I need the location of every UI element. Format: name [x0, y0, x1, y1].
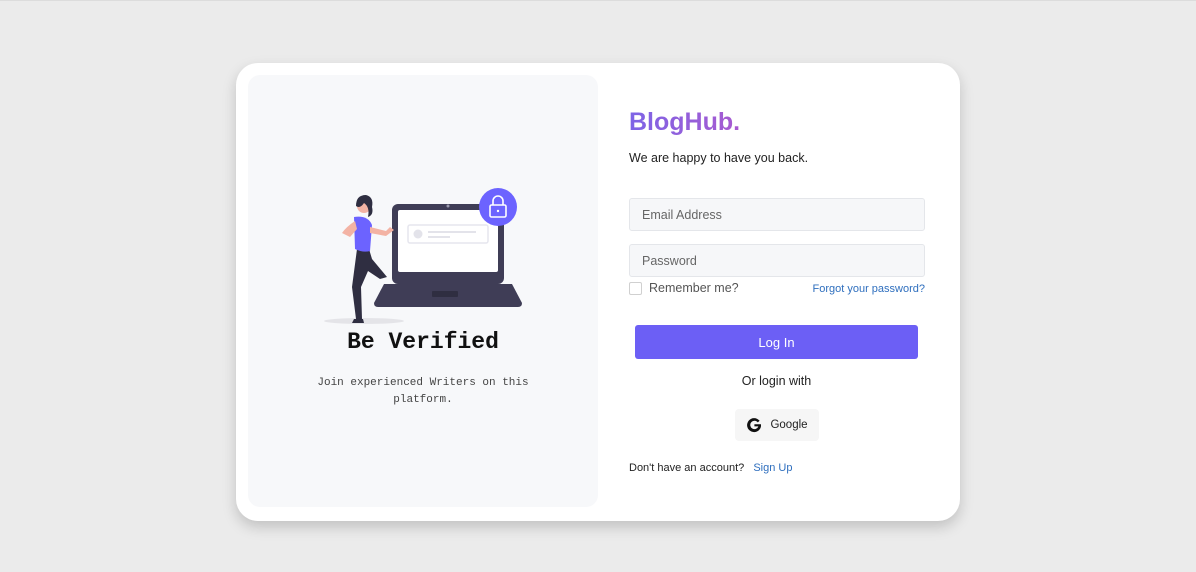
left-panel: Be Verified Join experienced Writers on …: [248, 75, 598, 507]
no-account-text: Don't have an account?: [629, 462, 745, 474]
sign-up-link[interactable]: Sign Up: [753, 462, 792, 474]
remember-me: Remember me?: [629, 281, 739, 295]
remember-me-checkbox[interactable]: [629, 281, 642, 295]
brand-logo: BlogHub.: [629, 108, 741, 136]
google-login-button[interactable]: Google: [735, 409, 819, 441]
email-field[interactable]: [629, 198, 925, 231]
password-field[interactable]: [629, 244, 925, 277]
welcome-text: We are happy to have you back.: [629, 151, 809, 165]
verification-illustration: [324, 188, 522, 324]
remember-me-label: Remember me?: [649, 281, 739, 295]
left-panel-subtitle: Join experienced Writers on this platfor…: [317, 377, 529, 406]
forgot-password-link[interactable]: Forgot your password?: [813, 283, 926, 295]
login-button[interactable]: Log In: [635, 325, 918, 359]
left-panel-title: Be Verified: [347, 329, 499, 355]
google-label: Google: [770, 419, 808, 431]
login-form: BlogHub. We are happy to have you back. …: [629, 63, 929, 521]
or-login-with-text: Or login with: [741, 374, 812, 388]
google-icon: [747, 418, 762, 433]
signup-row: Don't have an account? Sign Up: [629, 462, 792, 474]
login-card: Be Verified Join experienced Writers on …: [236, 63, 960, 521]
